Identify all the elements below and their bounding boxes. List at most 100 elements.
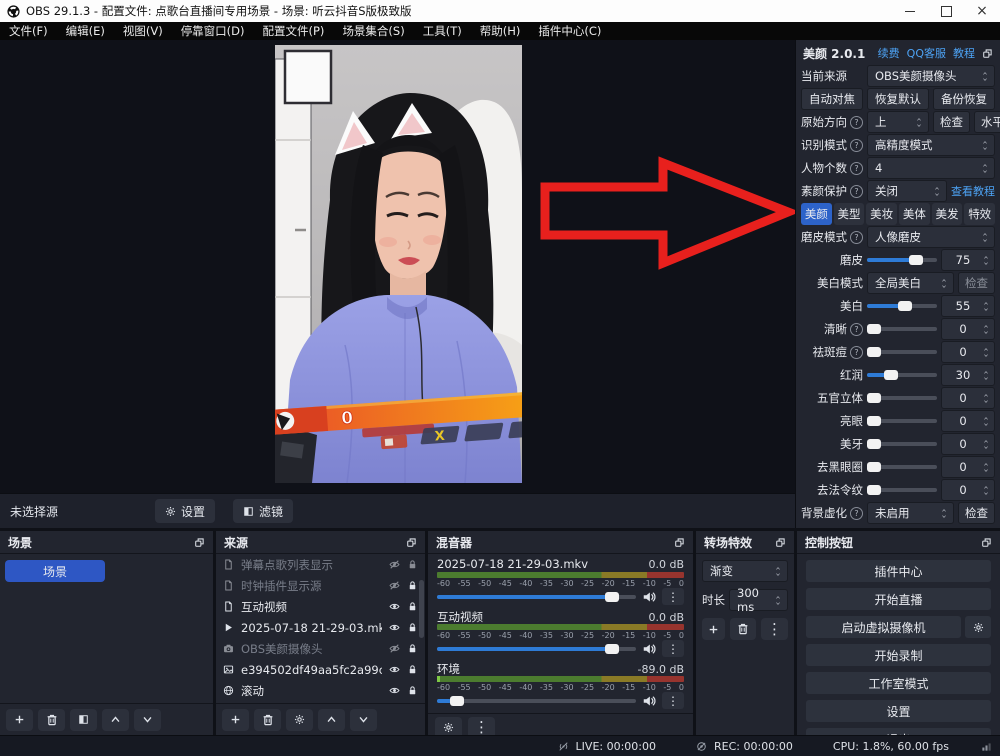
spinner-arrows-icon[interactable] (980, 324, 992, 335)
scrollbar[interactable] (419, 580, 424, 638)
remove-scene-button[interactable] (38, 709, 65, 731)
blemish-slider[interactable] (867, 346, 937, 358)
whiten-value[interactable]: 55 (941, 295, 995, 317)
smooth-mode-select[interactable]: 人像磨皮 (867, 226, 995, 248)
whiten-check-button[interactable]: 检查 (958, 272, 995, 294)
eye-icon[interactable] (389, 664, 400, 675)
lock-icon[interactable] (407, 559, 418, 570)
studio-mode-button[interactable]: 工作室模式 (806, 672, 991, 694)
channel-menu-button[interactable]: ⋮ (662, 588, 684, 605)
popout-icon[interactable] (194, 537, 205, 548)
source-row[interactable]: 时钟插件显示源 (216, 575, 425, 596)
spinner-arrows-icon[interactable] (772, 595, 784, 606)
whiten-mode-select[interactable]: 全局美白 (867, 272, 954, 294)
menu-plugin-center[interactable]: 插件中心(C) (529, 22, 610, 40)
smooth-value[interactable]: 75 (941, 249, 995, 271)
dark-circles-value[interactable]: 0 (941, 456, 995, 478)
nasolabial-value[interactable]: 0 (941, 479, 995, 501)
tab-reshape[interactable]: 美型 (834, 203, 865, 225)
blemish-value[interactable]: 0 (941, 341, 995, 363)
spinner-arrows-icon[interactable] (980, 347, 992, 358)
volume-slider[interactable] (437, 643, 636, 655)
source-row[interactable]: OBS美颜摄像头 (216, 638, 425, 659)
spinner-arrows-icon[interactable] (980, 393, 992, 404)
settings-button[interactable]: 设置 (806, 700, 991, 722)
spinner-arrows-icon[interactable] (979, 71, 991, 82)
horizontal-flip-button[interactable]: 水平翻转 (974, 111, 1000, 133)
help-icon[interactable]: ? (850, 323, 863, 336)
spinner-arrows-icon[interactable] (979, 232, 991, 243)
spinner-arrows-icon[interactable] (938, 278, 950, 289)
source-row[interactable]: 弹幕点歌列表显示 (216, 554, 425, 575)
spinner-arrows-icon[interactable] (980, 301, 992, 312)
move-source-up-button[interactable] (318, 709, 345, 731)
spinner-arrows-icon[interactable] (980, 416, 992, 427)
backup-restore-button[interactable]: 备份恢复 (933, 88, 995, 110)
teeth-slider[interactable] (867, 438, 937, 450)
help-icon[interactable]: ? (850, 162, 863, 175)
start-recording-button[interactable]: 开始录制 (806, 644, 991, 666)
popout-icon[interactable] (982, 48, 993, 59)
remove-source-button[interactable] (254, 709, 281, 731)
spinner-arrows-icon[interactable] (980, 462, 992, 473)
rosy-slider[interactable] (867, 369, 937, 381)
spinner-arrows-icon[interactable] (979, 163, 991, 174)
move-scene-up-button[interactable] (102, 709, 129, 731)
orientation-check-button[interactable]: 检查 (933, 111, 970, 133)
eye-slash-icon[interactable] (389, 559, 400, 570)
popout-icon[interactable] (674, 537, 685, 548)
move-source-down-button[interactable] (350, 709, 377, 731)
scene-filters-button[interactable] (70, 709, 97, 731)
spinner-arrows-icon[interactable] (980, 370, 992, 381)
eye-slash-icon[interactable] (389, 643, 400, 654)
channel-menu-button[interactable]: ⋮ (662, 640, 684, 657)
speaker-icon[interactable] (642, 694, 656, 708)
spinner-arrows-icon[interactable] (980, 255, 992, 266)
duration-spinner[interactable]: 300 ms (729, 589, 788, 611)
lock-icon[interactable] (407, 685, 418, 696)
add-transition-button[interactable] (702, 618, 725, 640)
whiten-slider[interactable] (867, 300, 937, 312)
menu-file[interactable]: 文件(F) (0, 22, 57, 40)
view-tutorial-link[interactable]: 查看教程 (951, 183, 995, 199)
source-row[interactable]: 滚动 (216, 680, 425, 701)
eye-slash-icon[interactable] (389, 580, 400, 591)
menu-docks[interactable]: 停靠窗口(D) (172, 22, 254, 40)
help-icon[interactable]: ? (850, 346, 863, 359)
tab-hair[interactable]: 美发 (932, 203, 963, 225)
eye-icon[interactable] (389, 601, 400, 612)
help-icon[interactable]: ? (850, 139, 863, 152)
transition-type-select[interactable]: 渐变 (702, 560, 788, 582)
spinner-arrows-icon[interactable] (980, 485, 992, 496)
popout-icon[interactable] (406, 537, 417, 548)
spinner-arrows-icon[interactable] (931, 186, 943, 197)
clarity-value[interactable]: 0 (941, 318, 995, 340)
nasolabial-slider[interactable] (867, 484, 937, 496)
spinner-arrows-icon[interactable] (938, 508, 950, 519)
spinner-arrows-icon[interactable] (980, 439, 992, 450)
person-count-spinner[interactable]: 4 (867, 157, 995, 179)
source-row[interactable]: 2025-07-18 21-29-03.mkv (216, 617, 425, 638)
popout-icon[interactable] (775, 537, 786, 548)
eye-icon[interactable] (389, 622, 400, 633)
menu-view[interactable]: 视图(V) (114, 22, 172, 40)
lock-icon[interactable] (407, 580, 418, 591)
move-scene-down-button[interactable] (134, 709, 161, 731)
scene-item-selected[interactable]: 场景 (5, 560, 105, 582)
help-icon[interactable]: ? (850, 507, 863, 520)
restore-defaults-button[interactable]: 恢复默认 (867, 88, 929, 110)
eye-icon[interactable] (389, 685, 400, 696)
source-row[interactable]: 互动视频 (216, 596, 425, 617)
bright-eyes-value[interactable]: 0 (941, 410, 995, 432)
start-virtual-camera-button[interactable]: 启动虚拟摄像机 (806, 616, 961, 638)
speaker-icon[interactable] (642, 642, 656, 656)
help-icon[interactable]: ? (850, 185, 863, 198)
detect-mode-select[interactable]: 高精度模式 (867, 134, 995, 156)
source-row[interactable]: e394502df49aa5fc2a99cd2e7c (216, 659, 425, 680)
source-properties-button[interactable] (286, 709, 313, 731)
dark-circles-slider[interactable] (867, 461, 937, 473)
virtual-camera-settings-button[interactable] (965, 616, 991, 638)
qq-support-link[interactable]: QQ客服 (907, 45, 946, 61)
source-filters-button[interactable]: 滤镜 (233, 499, 293, 523)
tab-effects[interactable]: 特效 (964, 203, 995, 225)
